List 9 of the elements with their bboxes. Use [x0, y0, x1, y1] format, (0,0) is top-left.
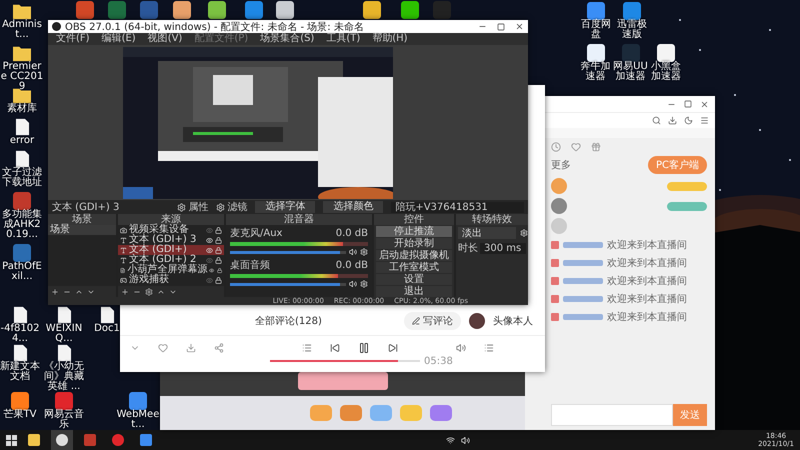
windows-logo-icon[interactable]: [6, 434, 17, 446]
app-icon: [84, 434, 96, 446]
app-icon: [112, 434, 124, 446]
app-icon: [140, 434, 152, 446]
app-icon: [56, 434, 68, 446]
volume-icon[interactable]: [460, 436, 470, 444]
taskbar-button[interactable]: [51, 430, 73, 450]
app-icon: [28, 434, 40, 446]
network-icon[interactable]: [446, 436, 455, 444]
